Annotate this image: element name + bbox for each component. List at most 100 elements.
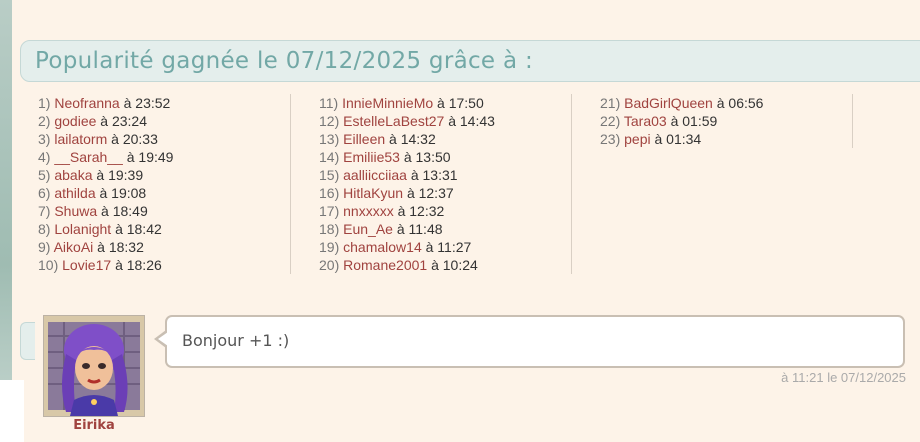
- rank-number: 9): [38, 239, 51, 255]
- list-item: 19) chamalow14 à 11:27: [319, 238, 571, 256]
- list-item: 21) BadGirlQueen à 06:56: [600, 94, 852, 112]
- user-link[interactable]: Romane2001: [343, 257, 427, 273]
- list-item: 23) pepi à 01:34: [600, 130, 852, 148]
- rank-number: 18): [319, 221, 340, 237]
- user-link[interactable]: Lovie17: [62, 257, 111, 273]
- message-text: Bonjour +1 :): [182, 331, 290, 350]
- rank-number: 14): [319, 149, 340, 165]
- list-item: 16) HitlaKyun à 12:37: [319, 184, 571, 202]
- rank-number: 15): [319, 167, 340, 183]
- rank-number: 17): [319, 203, 340, 219]
- time-text: à 19:39: [96, 167, 144, 183]
- popularity-column-1: 1) Neofranna à 23:52 2) godiee à 23:24 3) …: [38, 94, 291, 274]
- list-item: 17) nnxxxxx à 12:32: [319, 202, 571, 220]
- popularity-column-3: 21) BadGirlQueen à 06:56 22) Tara03 à 01:…: [600, 94, 853, 148]
- list-item: 18) Eun_Ae à 11:48: [319, 220, 571, 238]
- time-text: à 18:26: [115, 257, 162, 273]
- rank-number: 2): [38, 113, 51, 129]
- time-text: à 18:49: [101, 203, 148, 219]
- avatar-image: [44, 316, 144, 416]
- time-text: à 01:59: [670, 113, 718, 129]
- popularity-title: Popularité gagnée le 07/12/2025 grâce à …: [35, 48, 534, 74]
- user-link[interactable]: lailatorm: [54, 131, 107, 147]
- list-item: 8) Lolanight à 18:42: [38, 220, 290, 238]
- list-item: 14) Emiliie53 à 13:50: [319, 148, 571, 166]
- list-item: 6) athilda à 19:08: [38, 184, 290, 202]
- list-item: 10) Lovie17 à 18:26: [38, 256, 290, 274]
- author-name[interactable]: Eirika: [43, 418, 145, 433]
- time-text: à 14:32: [389, 131, 436, 147]
- blank-area: [0, 380, 24, 442]
- rank-number: 11): [319, 95, 339, 111]
- list-item: 15) aalliicciiaa à 13:31: [319, 166, 571, 184]
- popularity-column-2: 11) InnieMinnieMo à 17:50 12) EstelleLaBe…: [319, 94, 572, 274]
- user-link[interactable]: Emiliie53: [343, 149, 400, 165]
- user-link[interactable]: abaka: [54, 167, 92, 183]
- time-text: à 18:42: [115, 221, 162, 237]
- time-text: à 20:33: [111, 131, 158, 147]
- user-link[interactable]: aalliicciiaa: [343, 167, 407, 183]
- user-link[interactable]: Neofranna: [54, 95, 119, 111]
- rank-number: 16): [319, 185, 340, 201]
- rank-number: 5): [38, 167, 51, 183]
- list-item: 11) InnieMinnieMo à 17:50: [319, 94, 571, 112]
- rank-number: 12): [319, 113, 340, 129]
- rank-number: 7): [38, 203, 51, 219]
- user-link[interactable]: HitlaKyun: [343, 185, 403, 201]
- user-link[interactable]: chamalow14: [343, 239, 422, 255]
- time-text: à 14:43: [448, 113, 495, 129]
- time-text: à 11:48: [396, 221, 443, 237]
- rank-number: 19): [319, 239, 340, 255]
- list-item: 3) lailatorm à 20:33: [38, 130, 290, 148]
- rank-number: 22): [600, 113, 621, 129]
- popularity-header: Popularité gagnée le 07/12/2025 grâce à …: [20, 40, 920, 82]
- user-link[interactable]: EstelleLaBest27: [343, 113, 444, 129]
- list-item: 9) AikoAi à 18:32: [38, 238, 290, 256]
- message-bubble: Bonjour +1 :): [165, 315, 905, 368]
- time-text: à 13:31: [410, 167, 458, 183]
- list-item: 1) Neofranna à 23:52: [38, 94, 290, 112]
- time-text: à 11:27: [425, 239, 472, 255]
- user-link[interactable]: Eun_Ae: [343, 221, 393, 237]
- rank-number: 10): [38, 257, 59, 273]
- time-text: à 13:50: [403, 149, 451, 165]
- time-text: à 19:49: [126, 149, 174, 165]
- time-text: à 06:56: [716, 95, 764, 111]
- avatar[interactable]: [43, 315, 145, 417]
- user-link[interactable]: BadGirlQueen: [624, 95, 713, 111]
- user-link[interactable]: InnieMinnieMo: [342, 95, 433, 111]
- user-link[interactable]: nnxxxxx: [343, 203, 394, 219]
- time-text: à 10:24: [431, 257, 478, 273]
- list-item: 12) EstelleLaBest27 à 14:43: [319, 112, 571, 130]
- list-item: 22) Tara03 à 01:59: [600, 112, 852, 130]
- time-text: à 23:52: [123, 95, 171, 111]
- rank-number: 23): [600, 131, 621, 147]
- list-item: 13) Eilleen à 14:32: [319, 130, 571, 148]
- rank-number: 1): [38, 95, 51, 111]
- user-link[interactable]: Tara03: [624, 113, 667, 129]
- time-text: à 01:34: [654, 131, 702, 147]
- user-link[interactable]: __Sarah__: [54, 149, 123, 165]
- post-tab-bar: [20, 322, 35, 360]
- user-link[interactable]: AikoAi: [54, 239, 94, 255]
- rank-number: 6): [38, 185, 51, 201]
- list-item: 20) Romane2001 à 10:24: [319, 256, 571, 274]
- user-link[interactable]: Eilleen: [343, 131, 385, 147]
- time-text: à 18:32: [97, 239, 144, 255]
- user-link[interactable]: godiee: [54, 113, 96, 129]
- bubble-tail-inner: [158, 332, 168, 346]
- user-link[interactable]: Lolanight: [54, 221, 111, 237]
- user-link[interactable]: athilda: [54, 185, 95, 201]
- user-link[interactable]: pepi: [624, 131, 650, 147]
- rank-number: 4): [38, 149, 51, 165]
- user-link[interactable]: Shuwa: [54, 203, 97, 219]
- rank-number: 21): [600, 95, 621, 111]
- rank-number: 3): [38, 131, 51, 147]
- rank-number: 20): [319, 257, 340, 273]
- post-timestamp: à 11:21 le 07/12/2025: [781, 370, 906, 385]
- time-text: à 23:24: [100, 113, 147, 129]
- time-text: à 17:50: [437, 95, 484, 111]
- left-decoration-strip: [0, 0, 12, 442]
- time-text: à 12:37: [406, 185, 454, 201]
- rank-number: 8): [38, 221, 51, 237]
